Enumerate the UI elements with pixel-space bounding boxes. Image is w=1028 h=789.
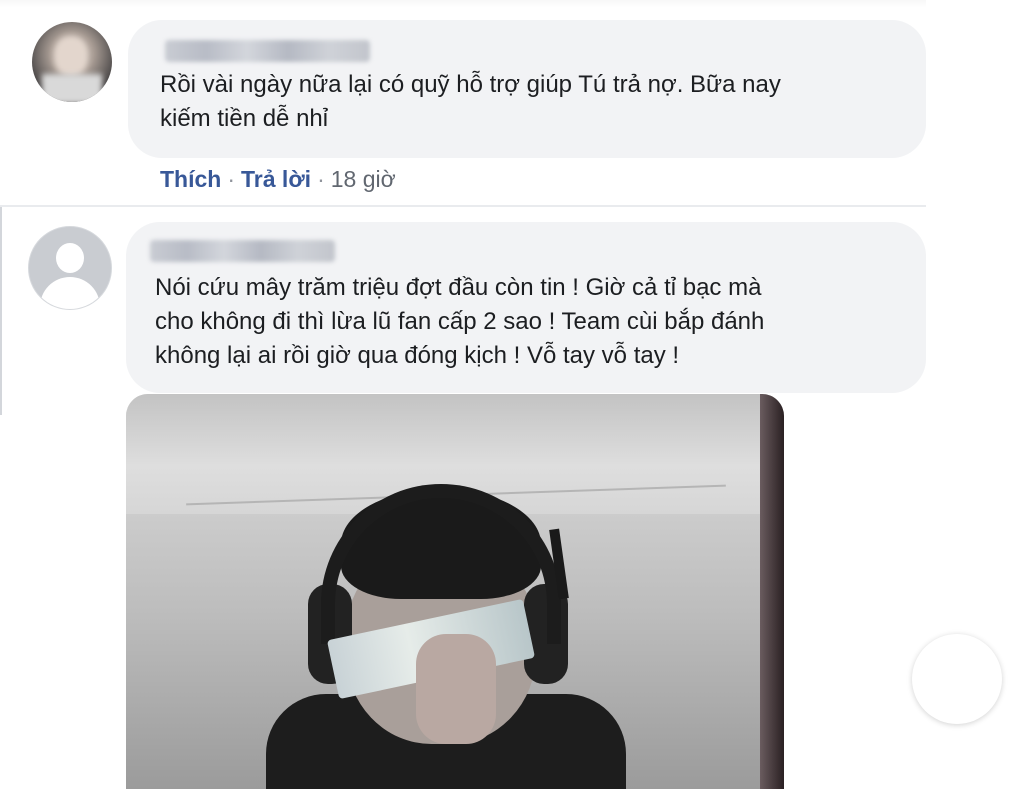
photo-edge	[760, 394, 784, 789]
comment-timestamp[interactable]: 18 giờ	[331, 166, 396, 192]
comment-photo[interactable]	[126, 394, 784, 789]
comment-text: Nói cứu mây trăm triệu đợt đầu còn tin !…	[155, 274, 765, 369]
avatar[interactable]	[32, 22, 112, 102]
like-link[interactable]: Thích	[160, 166, 221, 192]
comment-actions: Thích · Trả lời · 18 giờ	[160, 166, 396, 193]
top-edge	[0, 0, 1028, 8]
default-profile-icon[interactable]	[28, 226, 112, 310]
separator: ·	[317, 166, 325, 192]
avatar-face-blurred	[54, 36, 88, 76]
reply-thread-line	[0, 207, 2, 415]
floating-button[interactable]	[912, 634, 1002, 724]
photo-hand	[416, 634, 496, 744]
thread-divider	[0, 205, 926, 207]
avatar-shirt-blurred	[42, 74, 102, 102]
separator: ·	[227, 166, 236, 192]
author-name-blurred[interactable]	[150, 240, 335, 262]
reply-link[interactable]: Trả lời	[241, 166, 311, 192]
avatar-head-shape	[56, 243, 84, 273]
author-name-blurred[interactable]	[165, 40, 370, 62]
avatar-body-shape	[40, 277, 100, 309]
comment-text: Rồi vài ngày nữa lại có quỹ hỗ trợ giúp …	[160, 71, 781, 132]
comment-thread: Rồi vài ngày nữa lại có quỹ hỗ trợ giúp …	[0, 0, 1028, 789]
